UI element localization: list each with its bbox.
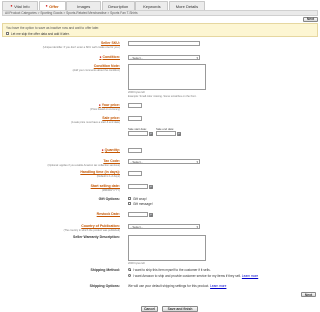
restock-date-input[interactable] [128, 212, 148, 217]
sale-price-label[interactable]: Sale price: [102, 116, 120, 120]
gift-message-label: Gift message! [133, 202, 153, 206]
shipping-options-text: We will use your default shipping settin… [128, 284, 227, 288]
tax-code-label[interactable]: Tax Code: [103, 159, 120, 163]
start-selling-date-help: (MM/DD/YYYY) [101, 188, 120, 192]
next-button-bottom[interactable]: Next [301, 292, 316, 298]
condition-note-help: (Add your comments about the condition) [72, 68, 120, 72]
warranty-textarea[interactable] [128, 235, 206, 261]
handling-time-input[interactable] [128, 171, 142, 176]
gift-wrap-checkbox[interactable] [128, 197, 132, 201]
country-label[interactable]: Country of Publication: [81, 224, 120, 228]
required-icon: ● [45, 4, 48, 8]
calendar-icon[interactable]: ▦ [149, 184, 153, 189]
tab-offer[interactable]: ● Offer [38, 1, 66, 10]
gift-options-label: Gift Options: [98, 197, 120, 201]
ship-myself-radio[interactable] [128, 268, 132, 272]
handling-time-help: (Default is 1-2 days) [96, 174, 120, 178]
condition-note-label[interactable]: Condition Note: [94, 64, 120, 68]
required-icon: ● [98, 103, 101, 107]
notice-text: You have the option to save as inactive … [6, 26, 100, 30]
condition-note-textarea[interactable] [128, 64, 206, 90]
sale-price-input[interactable] [128, 116, 142, 121]
learn-more-link[interactable]: Learn more [242, 274, 258, 278]
calendar-icon[interactable]: ▦ [149, 212, 153, 217]
handling-time-label[interactable]: Handling time (in days): [80, 170, 120, 174]
condition-label[interactable]: ●Condition: [99, 55, 120, 59]
cancel-button[interactable]: Cancel [141, 306, 158, 312]
shipping-options-label: Shipping Options: [89, 284, 120, 288]
condition-select[interactable]: - Select - ▾ [128, 54, 200, 60]
fba-radio[interactable] [128, 273, 132, 277]
tab-description[interactable]: Description [101, 1, 135, 10]
price-help: (Price based on currency) [90, 107, 120, 111]
tab-vital-info[interactable]: ● Vital Info [2, 1, 38, 10]
ship-myself-label: I want to ship this item myself to the c… [133, 268, 211, 272]
sale-end-input[interactable] [156, 131, 176, 136]
tab-images[interactable]: Images [66, 1, 102, 10]
tab-strip: ● Vital Info ● Offer Images Description Ke… [2, 1, 206, 10]
country-help: (The country in which the product was pu… [63, 228, 120, 232]
condition-note-example: Example: Small color missing. Some scrat… [128, 94, 197, 98]
required-icon: ● [99, 55, 102, 59]
start-selling-date-label[interactable]: Start selling date: [91, 184, 120, 188]
shipping-method-label: Shipping Method: [90, 268, 120, 272]
required-icon: ● [101, 148, 104, 152]
skip-offer-checkbox[interactable] [6, 31, 10, 35]
warranty-counter: 2000 bytes left [128, 262, 145, 265]
warranty-label: Seller Warranty Description: [73, 235, 120, 239]
sale-price-help: (A sale price must have a start & end da… [70, 120, 120, 124]
start-selling-date-input[interactable] [128, 184, 148, 189]
price-label[interactable]: ●Your price: [99, 103, 120, 107]
chevron-down-icon: ▾ [196, 160, 198, 164]
learn-more-link[interactable]: Learn more [210, 284, 226, 288]
calendar-icon[interactable]: ▦ [149, 131, 153, 136]
required-icon: ● [10, 4, 13, 8]
gift-message-checkbox[interactable] [128, 202, 132, 206]
tab-keywords[interactable]: Keywords [135, 1, 169, 10]
tab-more-details[interactable]: More Details [168, 1, 205, 10]
fba-label: I want Amazon to ship and provide custom… [133, 273, 259, 278]
tax-code-help: (Optional: applies if you enable Amazon … [47, 163, 120, 167]
save-and-finish-button[interactable]: Save and finish [162, 306, 198, 312]
country-select[interactable]: - Select - ▾ [128, 224, 200, 229]
skip-offer-notice: You have the option to save as inactive … [2, 23, 318, 37]
seller-sku-label[interactable]: Seller SKU: [101, 41, 120, 45]
calendar-icon[interactable]: ▦ [177, 131, 181, 136]
restock-date-label[interactable]: Restock Date: [97, 212, 120, 216]
gift-wrap-label: Gift wrap! [133, 197, 147, 201]
tax-code-select[interactable]: - Select - ▾ [128, 159, 200, 164]
sale-start-input[interactable] [128, 131, 148, 136]
breadcrumb: All Product Categories > Sporting Goods … [2, 10, 318, 16]
next-button[interactable]: Next [303, 16, 318, 22]
seller-sku-help: (Unique identifier. If you don't enter a… [42, 45, 120, 49]
price-input[interactable] [128, 103, 142, 108]
quantity-input[interactable] [128, 148, 142, 153]
chevron-down-icon: ▾ [196, 225, 198, 229]
chevron-down-icon: ▾ [196, 55, 198, 60]
skip-offer-label: Let me skip the offer data and add it la… [11, 31, 70, 36]
seller-sku-input[interactable] [128, 41, 200, 46]
quantity-label[interactable]: ●Quantity: [102, 148, 121, 152]
